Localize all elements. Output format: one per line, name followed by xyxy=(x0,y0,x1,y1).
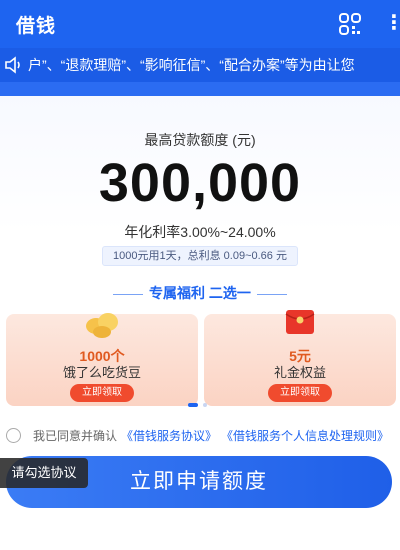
benefit-subtitle: 饿了么吃货豆 xyxy=(62,365,141,380)
notice-bar: 户”、“退款理赔”、“影响征信”、“配合办案”等为由让您 xyxy=(0,48,400,82)
notice-text: 户”、“退款理赔”、“影响征信”、“配合办案”等为由让您 xyxy=(28,57,355,73)
interest-rate: 年化利率3.00%~24.00% xyxy=(124,224,276,240)
top-bar: 借钱 ⋮ xyxy=(0,0,400,48)
agreement-text: 我已同意并确认 xyxy=(33,428,118,443)
amount-label: 最高贷款额度 (元) xyxy=(144,132,256,148)
loan-amount: 300,000 xyxy=(98,153,302,213)
red-envelope-icon xyxy=(285,310,315,334)
carousel-dots xyxy=(188,403,207,407)
benefit-card-beans[interactable]: 1000个 饿了么吃货豆 立即领取 xyxy=(6,313,198,406)
interest-note: 1000元用1天，总利息 0.09~0.66 元 xyxy=(102,246,298,266)
more-icon[interactable]: ⋮ xyxy=(384,12,400,34)
benefit-card-cash[interactable]: 5元 礼金权益 立即领取 xyxy=(204,310,396,406)
agree-checkbox[interactable] xyxy=(6,427,21,443)
speaker-icon xyxy=(5,56,20,74)
scan-icon[interactable] xyxy=(338,12,362,36)
privacy-rules-link[interactable]: 《借钱服务个人信息处理规则》 xyxy=(221,427,389,444)
claim-button[interactable]: 立即领取 xyxy=(70,384,134,402)
welfare-title: 专属福利 二选一 xyxy=(0,283,400,303)
beans-icon xyxy=(86,313,118,338)
tooltip: 请勾选协议 xyxy=(0,458,88,488)
header-divider xyxy=(0,82,400,96)
benefit-subtitle: 礼金权益 xyxy=(273,365,326,380)
claim-button[interactable]: 立即领取 xyxy=(268,384,332,402)
service-agreement-link[interactable]: 《借钱服务协议》 xyxy=(121,427,217,444)
page-title: 借钱 xyxy=(16,15,57,37)
agreement-row: 我已同意并确认 《借钱服务协议》 《借钱服务个人信息处理规则》 xyxy=(6,426,400,444)
